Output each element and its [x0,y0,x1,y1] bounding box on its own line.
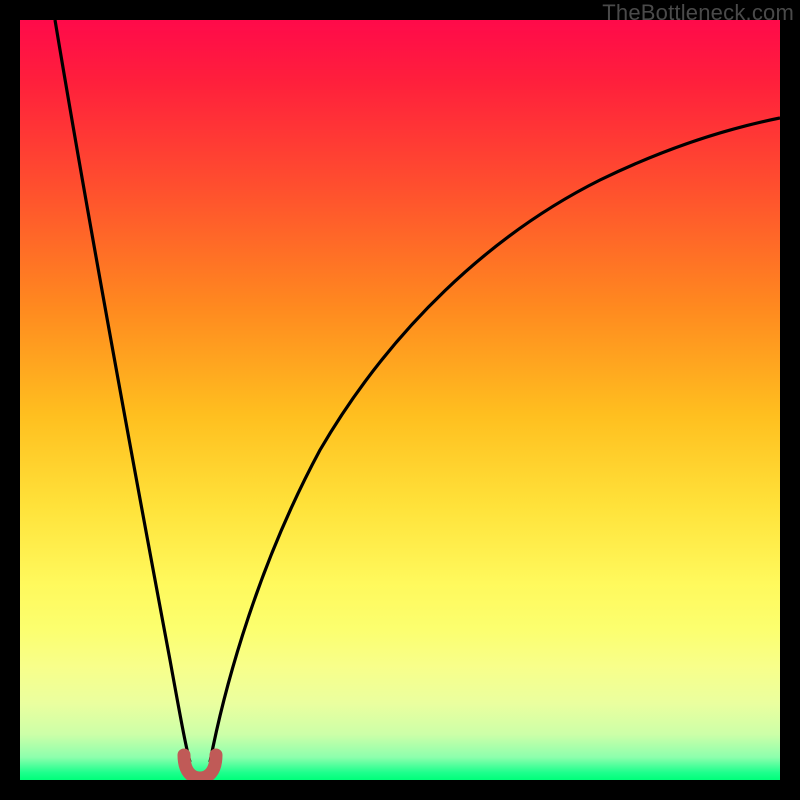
curve-right-branch [210,118,780,762]
watermark-text: TheBottleneck.com [602,0,794,26]
plot-frame [20,20,780,780]
bottleneck-curve [20,20,780,780]
curve-left-branch [55,20,190,762]
minimum-marker [184,755,216,778]
